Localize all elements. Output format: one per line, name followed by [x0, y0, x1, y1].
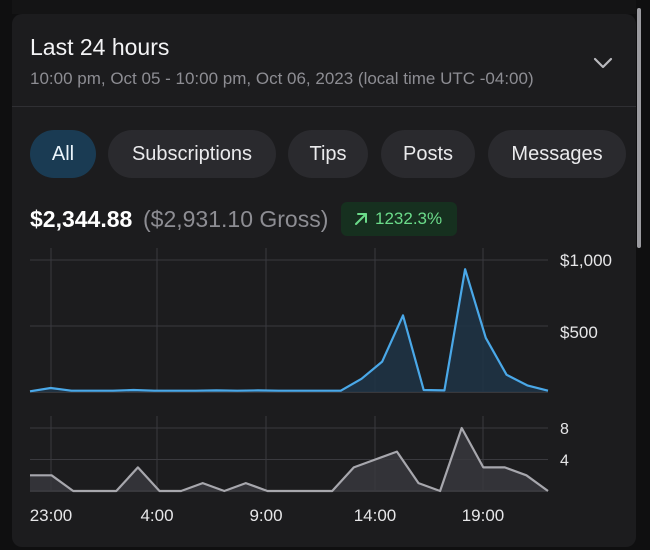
ytick-label: 4 [560, 453, 569, 470]
xtick-label: 4:00 [140, 506, 173, 525]
ytick-label: 8 [560, 421, 569, 438]
ytick-label: $500 [560, 323, 598, 342]
scrollbar[interactable] [637, 8, 641, 248]
xtick-label: 23:00 [30, 506, 73, 525]
ytick-label: $1,000 [560, 251, 612, 270]
earnings-card: Last 24 hours 10:00 pm, Oct 05 - 10:00 p… [12, 14, 636, 547]
xtick-label: 14:00 [354, 506, 397, 525]
xtick-label: 19:00 [462, 506, 505, 525]
earnings-charts: $1,000 $500 8 4 23:00 4:00 9:00 14:00 19:00 [30, 248, 612, 525]
xtick-label: 9:00 [249, 506, 282, 525]
top-edge [12, 0, 636, 14]
